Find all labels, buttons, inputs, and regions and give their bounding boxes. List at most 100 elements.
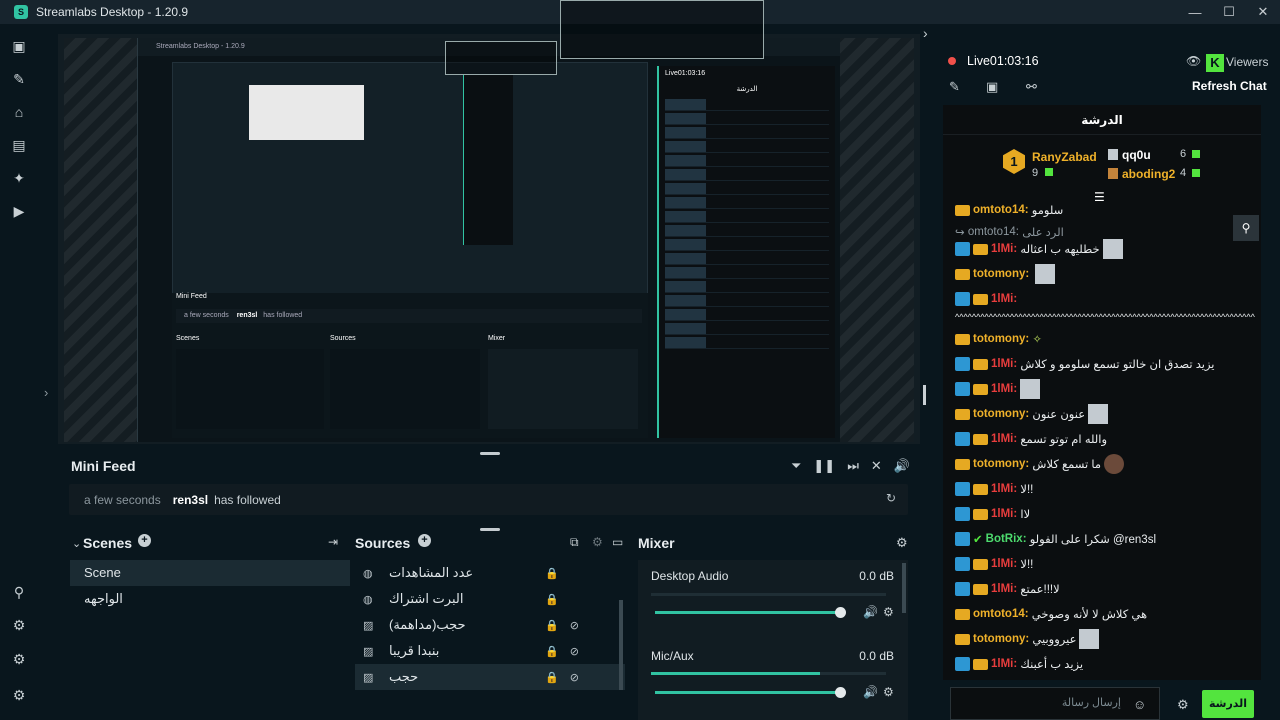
verified-badge-icon: ✔ <box>973 534 983 546</box>
tools-icon[interactable]: ⚙ <box>11 651 27 667</box>
link-icon[interactable]: ⚲ <box>11 584 27 600</box>
volume-slider[interactable] <box>655 691 841 694</box>
emote-image <box>1079 629 1100 649</box>
chat-message: totomony: عنون عنون <box>955 403 1255 425</box>
moderator-badge-icon <box>955 382 970 396</box>
source-properties-icon[interactable]: ⚙ <box>592 535 603 549</box>
mixer-settings-icon[interactable]: ⚙ <box>896 535 908 551</box>
source-group-icon[interactable]: ⧉ <box>570 535 579 550</box>
volume-slider[interactable] <box>655 611 841 614</box>
share-icon[interactable]: ⚯ <box>1026 79 1037 95</box>
refresh-chat-button[interactable]: Refresh Chat <box>1192 79 1267 93</box>
repeat-alert-icon[interactable]: ↻ <box>886 491 896 505</box>
source-item[interactable]: ▨ بنبدا قريبا 🔒 ⊘ <box>355 638 625 664</box>
filter-icon[interactable]: ⏷ <box>791 458 801 474</box>
preview-chat-line <box>665 155 829 167</box>
ai-icon[interactable]: ✦ <box>11 170 27 186</box>
preview-overlay-source-small[interactable] <box>445 41 557 75</box>
scene-item[interactable]: Scene <box>70 560 350 586</box>
store-icon[interactable]: ⌂ <box>11 104 27 120</box>
speaker-icon[interactable]: 🔊 <box>863 605 878 619</box>
eye-slash-icon[interactable]: ⊘ <box>570 645 579 658</box>
top-user-name[interactable]: RanyZabad <box>1032 150 1097 164</box>
top-user-name[interactable]: aboding2 <box>1122 167 1175 181</box>
volume-slider-knob[interactable] <box>835 687 846 698</box>
emote-icon: ✧ <box>1032 334 1043 346</box>
speaker-icon[interactable]: 🔊 <box>863 685 878 699</box>
source-label: حجب <box>389 669 419 684</box>
minimize-icon[interactable]: — <box>1178 0 1212 24</box>
dashboard-icon[interactable]: ▣ <box>986 79 998 95</box>
gift-icon <box>1045 168 1053 176</box>
mixer-scrollbar[interactable] <box>902 563 906 613</box>
preview-chat-line <box>665 253 829 265</box>
chat-message: 1lMi: يزيد ب أعبنك <box>955 653 1255 675</box>
resize-handle-horizontal[interactable] <box>480 528 500 531</box>
edit-icon[interactable]: ✎ <box>949 79 960 95</box>
volume-slider-knob[interactable] <box>835 607 846 618</box>
preview-chat-line <box>665 323 829 335</box>
top-user-count: 4 <box>1180 167 1187 179</box>
lock-icon[interactable]: 🔒 <box>545 645 559 658</box>
chat-message: 1lMi: خطليهه ب اعثاله <box>955 238 1255 260</box>
top-user-name[interactable]: qq0u <box>1122 148 1151 162</box>
lock-icon[interactable]: 🔒 <box>545 593 559 606</box>
chat-message: totomony: <box>955 263 1255 285</box>
source-item[interactable]: ▨ حجب(مداهمة) 🔒 ⊘ <box>355 612 625 638</box>
settings-icon[interactable]: ⚙ <box>11 687 27 703</box>
source-item[interactable]: ◍ البرت اشتراك 🔒 <box>355 586 625 612</box>
collapse-scenes-icon[interactable]: ⌄ <box>72 537 81 550</box>
eye-slash-icon[interactable]: ⊘ <box>570 671 579 684</box>
lock-icon[interactable]: 🔒 <box>545 567 559 580</box>
chat-message: ✔ BotRix: شكرا على الفولو @ren3sl <box>955 528 1255 550</box>
add-source-icon[interactable]: + <box>418 534 431 547</box>
scene-item[interactable]: الواجهه <box>70 586 350 612</box>
scene-transitions-icon[interactable]: ⇥ <box>328 535 338 549</box>
preview-chat-line <box>665 211 829 223</box>
lock-icon[interactable]: 🔒 <box>545 671 559 684</box>
chat-message: omtoto14: سلومو <box>955 199 1255 221</box>
close-icon[interactable]: ✕ <box>1246 0 1280 24</box>
stream-preview[interactable]: Streamlabs Desktop - 1.20.9 Mini Feed a … <box>137 38 840 442</box>
source-label: حجب(مداهمة) <box>389 617 466 632</box>
live-indicator-icon <box>948 57 956 65</box>
eye-slash-icon[interactable]: ⊘ <box>570 619 579 632</box>
source-item[interactable]: ▨ حجب 🔒 ⊘ <box>355 664 625 690</box>
add-folder-icon[interactable]: ▭ <box>612 535 623 549</box>
maximize-icon[interactable]: ☐ <box>1212 0 1246 24</box>
source-item[interactable]: ◍ عدد المشاهدات 🔒 <box>355 560 625 586</box>
send-chat-button[interactable]: الدرشة <box>1202 690 1254 718</box>
channel-settings-icon[interactable]: ⚙ <box>883 685 894 699</box>
lock-icon[interactable]: 🔒 <box>545 619 559 632</box>
play-icon[interactable]: ▶ <box>11 203 27 219</box>
preview-live-label: Live01:03:16 <box>665 70 706 77</box>
studio-icon[interactable]: ▣ <box>11 38 27 54</box>
add-scene-icon[interactable]: + <box>138 534 151 547</box>
chat-settings-icon[interactable]: ⚙ <box>1177 697 1189 713</box>
mute-alerts-icon[interactable]: ✕ <box>871 458 882 474</box>
sources-scrollbar[interactable] <box>619 600 623 690</box>
emote-image <box>1035 264 1056 284</box>
preview-nested-panels: Mini Feed a few seconds ren3sl has follo… <box>172 293 648 438</box>
dashboard-icon[interactable]: ⚙ <box>11 617 27 633</box>
resize-handle-vertical[interactable] <box>923 385 926 405</box>
emoji-icon[interactable]: ☺ <box>1133 697 1146 712</box>
pause-icon[interactable]: ❚❚ <box>813 458 835 474</box>
volume-icon[interactable]: 🔊 <box>894 458 910 474</box>
expand-right-icon[interactable]: › <box>923 25 928 41</box>
preview-sources-label: Sources <box>330 335 356 342</box>
chat-input[interactable]: إرسال رسالة <box>950 687 1160 720</box>
moderator-badge-icon <box>955 292 970 306</box>
crown-badge-icon <box>973 583 988 595</box>
preview-overlay-source[interactable] <box>560 0 764 59</box>
sources-list: ◍ عدد المشاهدات 🔒 ◍ البرت اشتراك 🔒 ▨ حجب… <box>355 560 625 720</box>
layout-icon[interactable]: ▤ <box>11 137 27 153</box>
collapse-left-icon[interactable]: › <box>44 385 48 400</box>
event-user[interactable]: ren3sl <box>173 493 208 507</box>
chat-message: 1lMi: لا!!!عمتع <box>955 578 1255 600</box>
skip-icon[interactable]: ⏭ <box>847 458 859 474</box>
channel-settings-icon[interactable]: ⚙ <box>883 605 894 619</box>
themes-icon[interactable]: ✎ <box>11 71 27 87</box>
gift-icon <box>1192 150 1200 158</box>
crown-badge-icon <box>955 608 970 620</box>
